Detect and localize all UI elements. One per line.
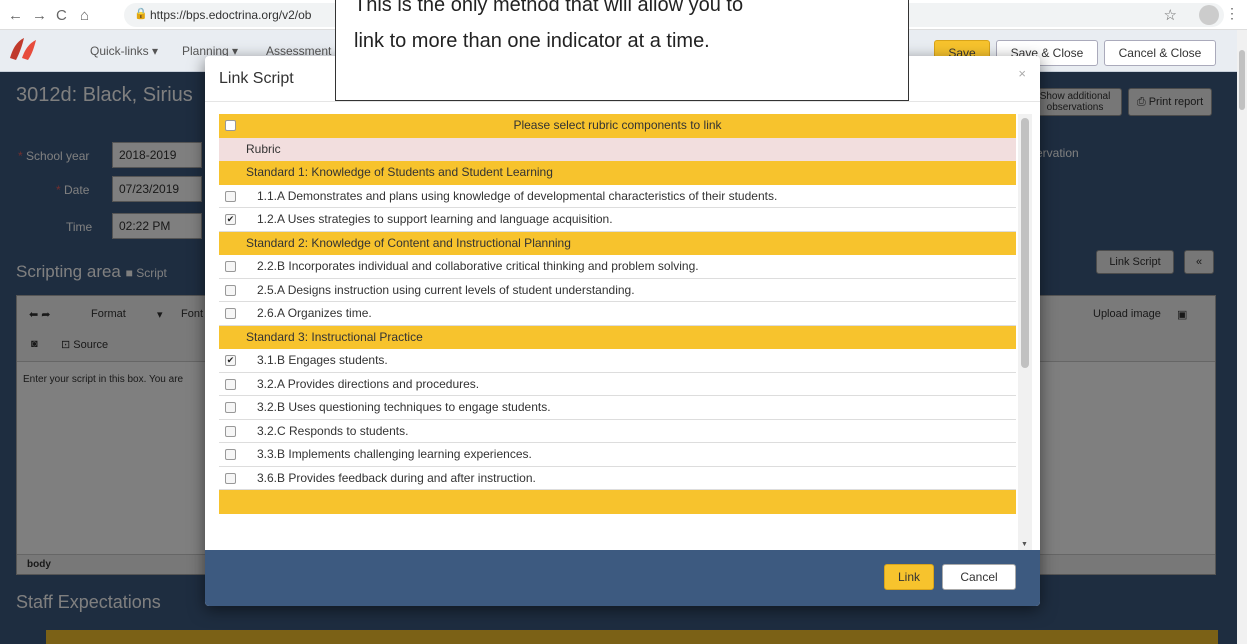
indicator-checkbox[interactable] [225,261,236,272]
indicator-label: 3.2.B Uses questioning techniques to eng… [257,400,551,414]
select-all-label: Please select rubric components to link [513,118,722,132]
forward-icon[interactable]: → [32,7,47,24]
modal-title: Link Script [219,70,294,87]
indicator-label: 1.1.A Demonstrates and plans using knowl… [257,188,778,203]
indicator-checkbox[interactable] [225,284,236,296]
quicklinks-menu[interactable]: Quick-links ▾ [90,44,158,58]
reload-icon[interactable]: C [56,7,67,24]
indicator-checkbox[interactable] [225,378,236,390]
url-text: https://bps.edoctrina.org/v2/ob [150,8,312,22]
indicator-checkbox[interactable] [225,308,236,319]
link-script-modal: Link Script × Please select rubric compo… [205,56,1040,606]
indicator-row[interactable]: 3.3.B Implements challenging learning ex… [219,443,1016,467]
home-icon[interactable]: ⌂ [80,7,89,24]
modal-footer: Link Cancel [205,550,1040,606]
indicator-checkbox[interactable] [225,190,236,202]
rubric-list: Please select rubric components to link … [219,114,1016,550]
lock-icon: 🔒 [134,8,148,20]
indicator-label: 3.3.B Implements challenging learning ex… [257,447,532,461]
menu-dots-icon[interactable]: ⋮ [1225,5,1239,22]
indicator-row[interactable]: 1.1.A Demonstrates and plans using knowl… [219,184,1016,208]
indicator-label: 3.2.C Responds to students. [257,423,409,438]
indicator-row[interactable]: 3.2.A Provides directions and procedures… [219,372,1016,396]
back-icon[interactable]: ← [8,7,23,24]
scroll-down-icon[interactable]: ▼ [1021,541,1028,548]
indicator-row[interactable]: 2.5.A Designs instruction using current … [219,278,1016,302]
account-icon[interactable] [1199,5,1219,25]
indicator-row[interactable]: 2.2.B Incorporates individual and collab… [219,255,1016,279]
indicator-row[interactable]: 3.6.B Provides feedback during and after… [219,466,1016,490]
edoctrina-logo-icon[interactable] [6,34,40,64]
indicator-label: 3.6.B Provides feedback during and after… [257,470,536,485]
indicator-label: 3.1.B Engages students. [257,353,388,367]
indicator-checkbox[interactable] [225,472,236,484]
indicator-checkbox[interactable]: ✔ [225,214,236,225]
indicator-label: 2.6.A Organizes time. [257,306,372,320]
page-scrollbar[interactable] [1237,30,1247,644]
cancel-close-button[interactable]: Cancel & Close [1104,40,1216,66]
standard-header: Standard 3: Instructional Practice [219,325,1016,349]
indicator-label: 2.2.B Incorporates individual and collab… [257,259,699,273]
callout-line-1: This is the only method that will allow … [354,0,744,16]
indicator-checkbox[interactable] [225,449,236,460]
standard-header: Standard 2: Knowledge of Content and Ins… [219,231,1016,255]
standard-header: Standard 1: Knowledge of Students and St… [219,161,1016,185]
rubric-header: Rubric [219,137,1016,161]
indicator-label: 1.2.A Uses strategies to support learnin… [257,212,613,226]
indicator-checkbox[interactable] [225,402,236,413]
modal-scrollbar-thumb[interactable] [1021,118,1029,368]
callout-box: This is the only method that will allow … [335,0,909,101]
indicator-label: 3.2.A Provides directions and procedures… [257,376,480,391]
modal-scrollbar[interactable]: ▼ [1018,114,1032,550]
select-all-row: Please select rubric components to link [219,114,1016,138]
standard-header-partial [219,490,1016,514]
callout-line-2: link to more than one indicator at a tim… [354,30,710,52]
indicator-checkbox[interactable]: ✔ [225,355,236,366]
cancel-button[interactable]: Cancel [942,564,1016,590]
bookmark-star-icon[interactable]: ☆ [1164,6,1177,24]
close-icon[interactable]: × [1018,66,1026,81]
indicator-row[interactable]: 3.2.C Responds to students. [219,419,1016,443]
indicator-label: 2.5.A Designs instruction using current … [257,282,635,297]
indicator-row[interactable]: ✔ 3.1.B Engages students. [219,349,1016,373]
indicator-row[interactable]: ✔ 1.2.A Uses strategies to support learni… [219,208,1016,232]
link-button[interactable]: Link [884,564,934,590]
indicator-row[interactable]: 2.6.A Organizes time. [219,302,1016,326]
indicator-row[interactable]: 3.2.B Uses questioning techniques to eng… [219,396,1016,420]
select-all-checkbox[interactable] [225,120,236,131]
indicator-checkbox[interactable] [225,425,236,437]
